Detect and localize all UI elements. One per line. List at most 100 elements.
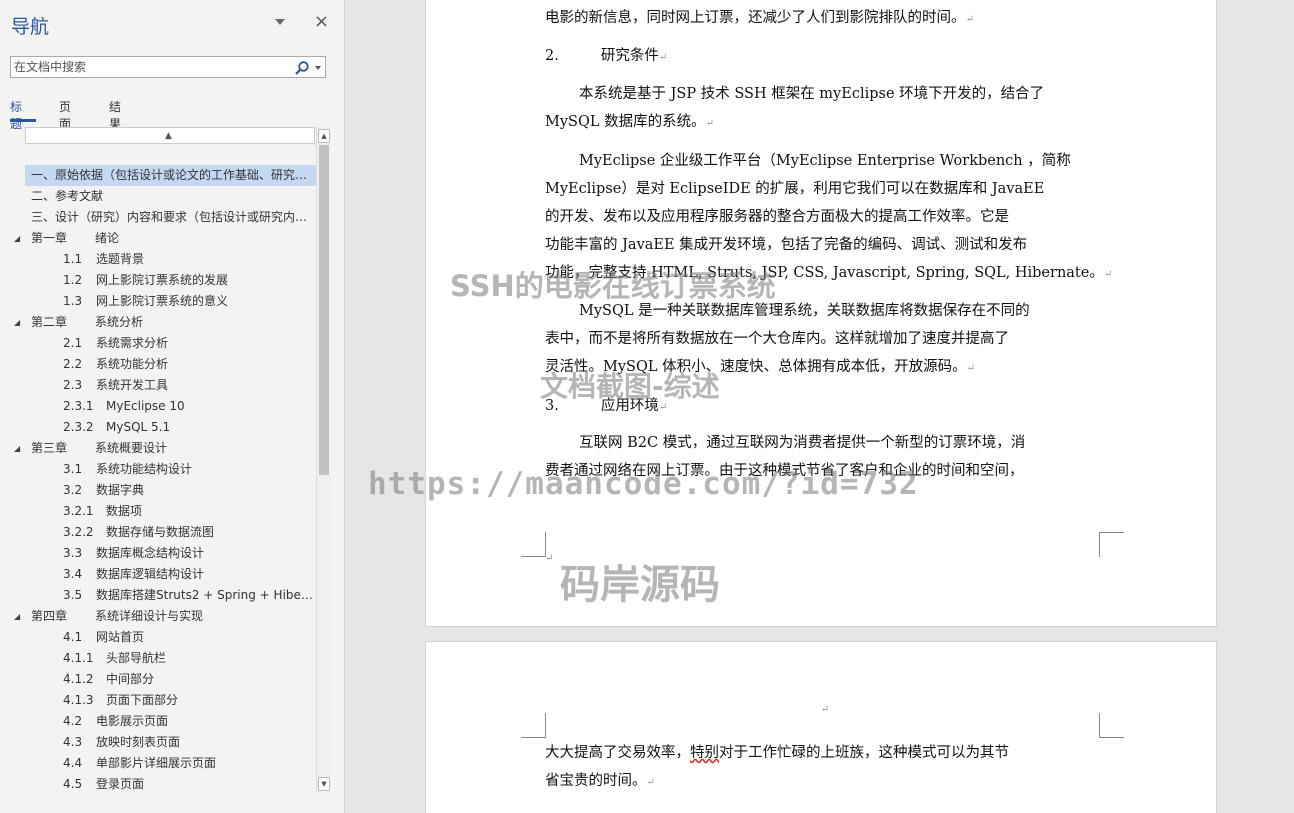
expand-toggle-icon[interactable]: ◢ bbox=[14, 438, 20, 459]
heading-number: 第四章 bbox=[31, 609, 68, 623]
heading-label: 数据项 bbox=[106, 504, 143, 518]
nav-options-chevron-down-icon[interactable] bbox=[275, 19, 285, 25]
heading-number: 4.1.1 bbox=[63, 651, 94, 665]
margin-corner-top-left bbox=[521, 713, 546, 738]
watermark-url: https://maancode.com/?id=732 bbox=[368, 466, 919, 502]
nav-close-icon[interactable]: × bbox=[314, 11, 329, 33]
heading-research-conditions: 2. 研究条件↵ bbox=[545, 48, 668, 64]
nav-heading-item[interactable]: 第四章 系统详细设计与实现 bbox=[25, 606, 316, 627]
heading-number: 4.1.2 bbox=[63, 672, 94, 686]
nav-heading-item[interactable]: 4.1.1 头部导航栏 bbox=[25, 648, 316, 669]
watermark-subtitle: 文档截图-综述 bbox=[540, 370, 720, 403]
heading-number: 1.3 bbox=[63, 294, 83, 308]
heading-label: 放映时刻表页面 bbox=[96, 735, 181, 749]
heading-number: 4.1.3 bbox=[63, 693, 94, 707]
nav-heading-item[interactable]: 2.1 系统需求分析 bbox=[25, 333, 316, 354]
nav-heading-item[interactable]: 2.2 系统功能分析 bbox=[25, 354, 316, 375]
nav-heading-item[interactable]: 3.5 数据库搭建Struts2 + Spring + Hibernate... bbox=[25, 585, 316, 606]
heading-label: 一、原始依据（包括设计或论文的工作基础、研究基础、... bbox=[31, 168, 316, 182]
collapse-all-bar[interactable]: ▲ bbox=[25, 127, 315, 144]
heading-label: 页面下面部分 bbox=[106, 693, 179, 707]
heading-number: 2.2 bbox=[63, 357, 83, 371]
nav-heading-item[interactable]: 3.1 系统功能结构设计 bbox=[25, 459, 316, 480]
heading-label: 网站首页 bbox=[96, 630, 145, 644]
nav-heading-item[interactable]: 4.3 放映时刻表页面 bbox=[25, 732, 316, 753]
nav-heading-item[interactable]: 第一章 绪论 bbox=[25, 228, 316, 249]
heading-label: 数据库概念结构设计 bbox=[96, 546, 205, 560]
heading-number: 3.2.2 bbox=[63, 525, 94, 539]
paragraph: 本系统是基于 JSP 技术 SSH 框架在 myEclipse 环境下开发的，结… bbox=[545, 86, 1045, 130]
heading-label: 登录页面 bbox=[96, 777, 145, 791]
nav-heading-item[interactable]: 一、原始依据（包括设计或论文的工作基础、研究基础、... bbox=[25, 165, 316, 186]
heading-number: 4.3 bbox=[63, 735, 83, 749]
nav-heading-item[interactable]: 4.1.2 中间部分 bbox=[25, 669, 316, 690]
scroll-up-icon[interactable]: ▲ bbox=[318, 129, 330, 143]
nav-heading-item[interactable]: 二、参考文献 bbox=[25, 186, 316, 207]
heading-label: 网上影院订票系统的发展 bbox=[96, 273, 229, 287]
nav-heading-item[interactable]: 4.2 电影展示页面 bbox=[25, 711, 316, 732]
paragraph-mark: ↵ bbox=[820, 704, 830, 715]
heading-number: 4.1 bbox=[63, 630, 83, 644]
nav-heading-item[interactable]: 1.3 网上影院订票系统的意义 bbox=[25, 291, 316, 312]
nav-heading-item[interactable]: 2.3.1 MyEclipse 10 bbox=[25, 396, 316, 417]
heading-number: 2.1 bbox=[63, 336, 83, 350]
nav-heading-item[interactable]: 1.1 选题背景 bbox=[25, 249, 316, 270]
expand-toggle-icon[interactable]: ◢ bbox=[14, 312, 20, 333]
heading-number: 1.1 bbox=[63, 252, 83, 266]
nav-scrollbar[interactable]: ▲ ▼ bbox=[316, 127, 331, 793]
nav-heading-item[interactable]: 3.2 数据字典 bbox=[25, 480, 316, 501]
tab-headings[interactable]: 标题 bbox=[10, 98, 22, 132]
nav-heading-item[interactable]: 4.5 登录页面 bbox=[25, 774, 316, 793]
scroll-thumb[interactable] bbox=[319, 145, 329, 475]
heading-label: 二、参考文献 bbox=[31, 189, 104, 203]
scroll-down-icon[interactable]: ▼ bbox=[318, 777, 330, 791]
heading-label: 中间部分 bbox=[106, 672, 155, 686]
nav-heading-item[interactable]: 4.4 单部影片详细展示页面 bbox=[25, 753, 316, 774]
heading-number: 3.3 bbox=[63, 546, 83, 560]
heading-label: 系统概要设计 bbox=[95, 441, 168, 455]
margin-corner-bottom-right bbox=[1099, 532, 1124, 557]
heading-label: 系统功能分析 bbox=[96, 357, 169, 371]
heading-label: 单部影片详细展示页面 bbox=[96, 756, 217, 770]
heading-label: 系统需求分析 bbox=[96, 336, 169, 350]
paragraph: 大大提高了交易效率，特别对于工作忙碌的上班族，这种模式可以为其节 省宝贵的时间。… bbox=[545, 745, 1009, 789]
nav-heading-item[interactable]: 3.3 数据库概念结构设计 bbox=[25, 543, 316, 564]
heading-number: 4.5 bbox=[63, 777, 83, 791]
nav-pane-title: 导航 bbox=[11, 16, 50, 38]
paragraph-line: 电影的新信息，同时网上订票，还减少了人们到影院排队的时间。↵ bbox=[545, 10, 974, 26]
heading-number: 第一章 bbox=[31, 231, 68, 245]
heading-number: 3.5 bbox=[63, 588, 83, 602]
nav-heading-item[interactable]: 第三章 系统概要设计 bbox=[25, 438, 316, 459]
expand-toggle-icon[interactable]: ◢ bbox=[14, 228, 20, 249]
nav-heading-item[interactable]: 4.1.3 页面下面部分 bbox=[25, 690, 316, 711]
nav-heading-item[interactable]: 2.3.2 MySQL 5.1 bbox=[25, 417, 316, 438]
nav-heading-item[interactable]: 3.2.2 数据存储与数据流图 bbox=[25, 522, 316, 543]
nav-heading-item[interactable]: 三、设计（研究）内容和要求（包括设计或研究内容... bbox=[25, 207, 316, 228]
active-tab-indicator bbox=[10, 119, 36, 122]
heading-label: MyEclipse 10 bbox=[106, 399, 185, 413]
nav-heading-item[interactable]: 3.2.1 数据项 bbox=[25, 501, 316, 522]
heading-number: 第三章 bbox=[31, 441, 68, 455]
heading-label: 电影展示页面 bbox=[96, 714, 169, 728]
heading-number: 3.4 bbox=[63, 567, 83, 581]
heading-number: 第二章 bbox=[31, 315, 68, 329]
search-input[interactable] bbox=[14, 60, 274, 74]
heading-label: 数据库逻辑结构设计 bbox=[96, 567, 205, 581]
nav-heading-item[interactable]: 2.3 系统开发工具 bbox=[25, 375, 316, 396]
document-page[interactable]: 电影的新信息，同时网上订票，还减少了人们到影院排队的时间。↵ 2. 研究条件↵ 本… bbox=[425, 0, 1217, 627]
nav-heading-item[interactable]: 3.4 数据库逻辑结构设计 bbox=[25, 564, 316, 585]
search-icon[interactable] bbox=[294, 60, 310, 76]
nav-heading-item[interactable]: 4.1 网站首页 bbox=[25, 627, 316, 648]
headings-tree: ▲ 一、原始依据（包括设计或论文的工作基础、研究基础、... 二、参考文献三、设计… bbox=[25, 127, 316, 793]
heading-label: 数据库搭建Struts2 + Spring + Hibernate... bbox=[96, 588, 316, 602]
heading-label: 头部导航栏 bbox=[106, 651, 167, 665]
nav-heading-item[interactable]: 第二章 系统分析 bbox=[25, 312, 316, 333]
document-area[interactable]: 电影的新信息，同时网上订票，还减少了人们到影院排队的时间。↵ 2. 研究条件↵ 本… bbox=[346, 0, 1294, 813]
expand-toggle-icon[interactable]: ◢ bbox=[14, 606, 20, 627]
document-page[interactable]: ↵ 大大提高了交易效率，特别对于工作忙碌的上班族，这种模式可以为其节 省宝贵的时… bbox=[425, 641, 1217, 813]
heading-number: 2.3.2 bbox=[63, 420, 94, 434]
search-options-chevron-down-icon[interactable] bbox=[315, 66, 321, 70]
collapse-up-icon[interactable]: ▲ bbox=[165, 131, 172, 141]
search-box[interactable] bbox=[10, 56, 326, 78]
nav-heading-item[interactable]: 1.2 网上影院订票系统的发展 bbox=[25, 270, 316, 291]
